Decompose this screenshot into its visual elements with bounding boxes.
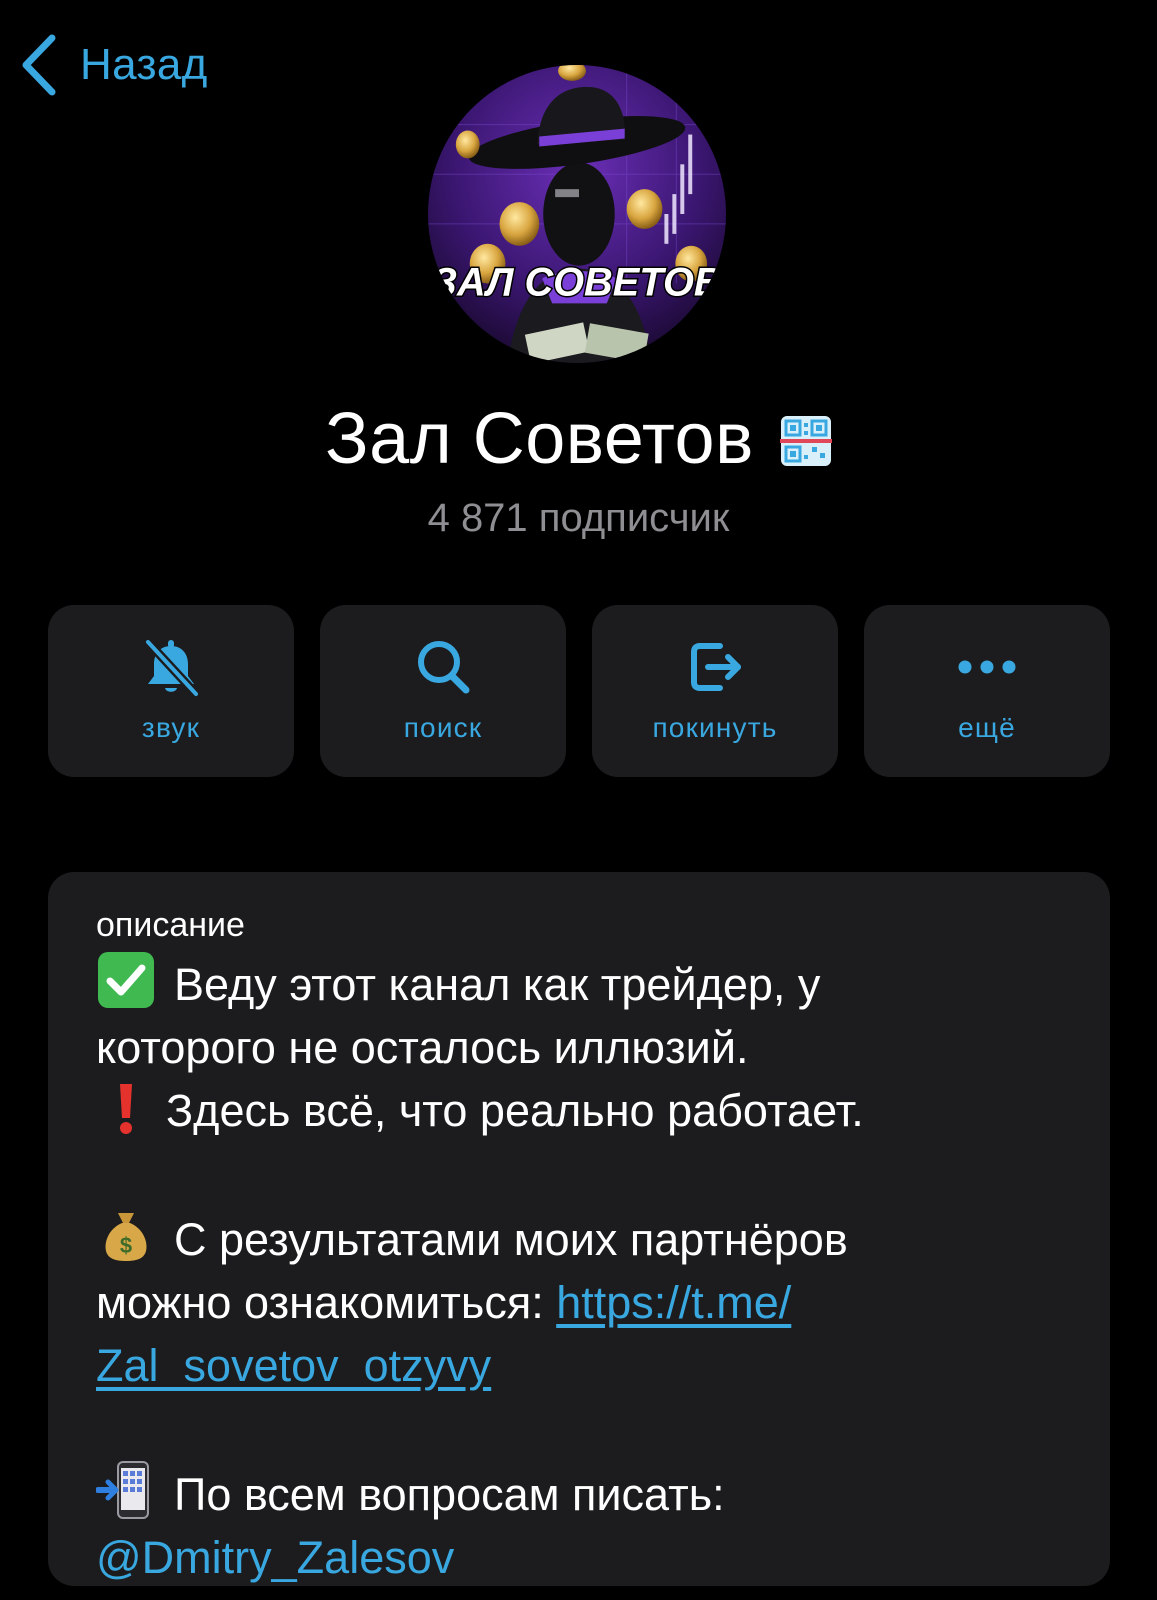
desc-line-6: Zal_sovetov_otzyvy xyxy=(96,1334,1076,1397)
search-icon xyxy=(418,641,470,694)
action-bar: звук поиск покинуть ещё xyxy=(48,605,1110,777)
more-icon xyxy=(958,660,1016,674)
more-label: ещё xyxy=(958,712,1016,743)
desc-line-3-text: Здесь всё, что реально работает. xyxy=(166,1085,864,1136)
desc-line-7: По всем вопросам писать: xyxy=(96,1460,1076,1526)
reviews-link[interactable]: https://t.me/ xyxy=(556,1277,791,1328)
desc-line-8: @Dmitry_Zalesov xyxy=(96,1526,1076,1589)
back-label: Назад xyxy=(80,40,208,89)
money-bag-icon: $ xyxy=(105,1213,147,1261)
desc-line-7-text: По всем вопросам писать: xyxy=(174,1469,725,1520)
desc-line-5-text: можно ознакомиться: xyxy=(96,1277,557,1328)
channel-title: Зал Советов xyxy=(325,399,754,479)
avatar-image: ЗАЛ СОВЕТОВ xyxy=(428,65,726,363)
leave-icon xyxy=(691,643,741,691)
chevron-left-icon xyxy=(22,34,56,96)
exclamation-icon xyxy=(120,1084,132,1134)
phone-arrow-icon xyxy=(96,1461,149,1519)
search-label: поиск xyxy=(403,712,483,743)
desc-line-4: $ С результатами моих партнёров xyxy=(96,1205,1076,1271)
more-button[interactable]: ещё xyxy=(864,605,1110,777)
search-button[interactable]: поиск xyxy=(320,605,566,777)
reviews-link-cont[interactable]: Zal_sovetov_otzyvy xyxy=(96,1340,491,1391)
leave-label: покинуть xyxy=(652,712,778,743)
subscriber-count: 4 871 подписчик xyxy=(427,496,730,540)
contact-mention[interactable]: @Dmitry_Zalesov xyxy=(96,1532,454,1583)
bell-slash-icon xyxy=(143,637,201,699)
channel-avatar[interactable]: ЗАЛ СОВЕТОВ xyxy=(428,65,726,363)
check-mark-icon xyxy=(98,952,154,1008)
leave-button[interactable]: покинуть xyxy=(592,605,838,777)
back-button[interactable]: Назад xyxy=(18,30,208,100)
avatar-text: ЗАЛ СОВЕТОВ xyxy=(431,260,722,304)
desc-line-3: Здесь всё, что реально работает. xyxy=(96,1079,1076,1142)
svg-text:$: $ xyxy=(120,1233,132,1258)
description-text: Веду этот канал как трейдер, у которого … xyxy=(96,950,1076,1589)
qr-code-icon xyxy=(779,416,832,466)
description-card: описание Веду этот канал как трейдер, у … xyxy=(48,872,1110,1586)
desc-line-1-text: Веду этот канал как трейдер, у xyxy=(174,959,821,1010)
desc-line-4-text: С результатами моих партнёров xyxy=(174,1214,848,1265)
mute-button[interactable]: звук xyxy=(48,605,294,777)
desc-line-5: можно ознакомиться: https://t.me/ xyxy=(96,1271,1076,1334)
desc-line-2: которого не осталось иллюзий. xyxy=(96,1022,749,1073)
desc-line-1: Веду этот канал как трейдер, у xyxy=(96,950,1076,1016)
description-label: описание xyxy=(96,906,245,944)
channel-title-row: Зал Советов xyxy=(0,398,1157,480)
mute-label: звук xyxy=(141,712,201,743)
